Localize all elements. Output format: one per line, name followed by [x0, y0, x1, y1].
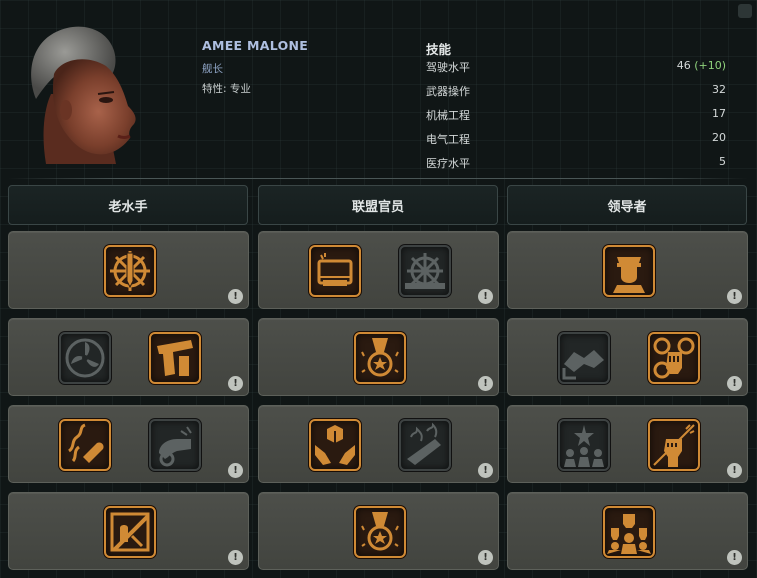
skill-value: 17: [712, 107, 726, 120]
fist-gear-icon[interactable]: [648, 332, 700, 384]
skill-name: 电气工程: [426, 133, 470, 146]
talent-cell: !: [258, 405, 499, 483]
talent-cell: !: [8, 231, 249, 309]
burning-artillery-icon[interactable]: [399, 419, 451, 471]
skill-row: 武器操作 32: [426, 83, 726, 101]
info-icon[interactable]: !: [228, 550, 243, 565]
skill-row: 电气工程 20: [426, 131, 726, 149]
info-icon[interactable]: !: [478, 376, 493, 391]
info-icon[interactable]: !: [478, 463, 493, 478]
handshake-icon[interactable]: [558, 332, 610, 384]
character-traits: 特性: 专业: [202, 83, 251, 95]
star-crowd-icon[interactable]: [558, 419, 610, 471]
skill-row: 医疗水平 5: [426, 155, 726, 173]
skills-title: 技能: [426, 42, 452, 57]
crowd-fists-icon[interactable]: [603, 506, 655, 558]
info-icon[interactable]: !: [727, 550, 742, 565]
info-icon[interactable]: !: [228, 289, 243, 304]
character-rank: 舰长: [202, 63, 223, 75]
info-icon[interactable]: !: [478, 289, 493, 304]
talent-cell: !: [507, 318, 748, 396]
info-icon[interactable]: !: [727, 463, 742, 478]
skill-value: 20: [712, 131, 726, 144]
wire-crate-icon[interactable]: [309, 245, 361, 297]
cannon-icon[interactable]: [149, 419, 201, 471]
star-medal-icon[interactable]: [354, 332, 406, 384]
hands-box-icon[interactable]: [309, 419, 361, 471]
window-corner-button[interactable]: [738, 4, 752, 18]
character-header: AMEE MALONE 舰长 特性: 专业 技能 驾驶水平 46 (+10) 武…: [0, 0, 757, 180]
talent-cell: !: [8, 492, 249, 570]
character-portrait: [31, 26, 136, 164]
skill-value: 32: [712, 83, 726, 96]
info-icon[interactable]: !: [478, 550, 493, 565]
skill-row: 驾驶水平 46 (+10): [426, 59, 726, 77]
ship-wheel-icon[interactable]: [399, 245, 451, 297]
officer-portrait-icon[interactable]: [603, 245, 655, 297]
banned-sign-icon[interactable]: [104, 506, 156, 558]
talent-cell: !: [258, 492, 499, 570]
smoke-bullet-icon[interactable]: [59, 419, 111, 471]
ship-wheel-pencil-icon[interactable]: [104, 245, 156, 297]
talent-cell: !: [258, 318, 499, 396]
column-header-leader[interactable]: 领导者: [507, 185, 747, 225]
raised-fist-icon[interactable]: [648, 419, 700, 471]
star-medal-icon[interactable]: [354, 506, 406, 558]
character-name: AMEE MALONE: [202, 38, 309, 53]
column-header-alliance-officer[interactable]: 联盟官员: [258, 185, 498, 225]
info-icon[interactable]: !: [228, 376, 243, 391]
talent-cell: !: [8, 318, 249, 396]
skill-name: 医疗水平: [426, 157, 470, 170]
skill-value: 46 (+10): [676, 59, 726, 72]
info-icon[interactable]: !: [727, 289, 742, 304]
column-header-old-sailor[interactable]: 老水手: [8, 185, 248, 225]
info-icon[interactable]: !: [727, 376, 742, 391]
skill-name: 驾驶水平: [426, 61, 470, 74]
talent-cell: !: [8, 405, 249, 483]
propeller-icon[interactable]: [59, 332, 111, 384]
talent-cell: !: [507, 405, 748, 483]
talent-cell: !: [507, 231, 748, 309]
pistol-icon[interactable]: [149, 332, 201, 384]
talent-cell: !: [507, 492, 748, 570]
skill-bonus: (+10): [694, 59, 726, 72]
skill-row: 机械工程 17: [426, 107, 726, 125]
info-icon[interactable]: !: [228, 463, 243, 478]
talent-cell: !: [258, 231, 499, 309]
skill-name: 武器操作: [426, 85, 470, 98]
skill-name: 机械工程: [426, 109, 470, 122]
skill-value: 5: [719, 155, 726, 168]
header-divider: [8, 178, 748, 179]
